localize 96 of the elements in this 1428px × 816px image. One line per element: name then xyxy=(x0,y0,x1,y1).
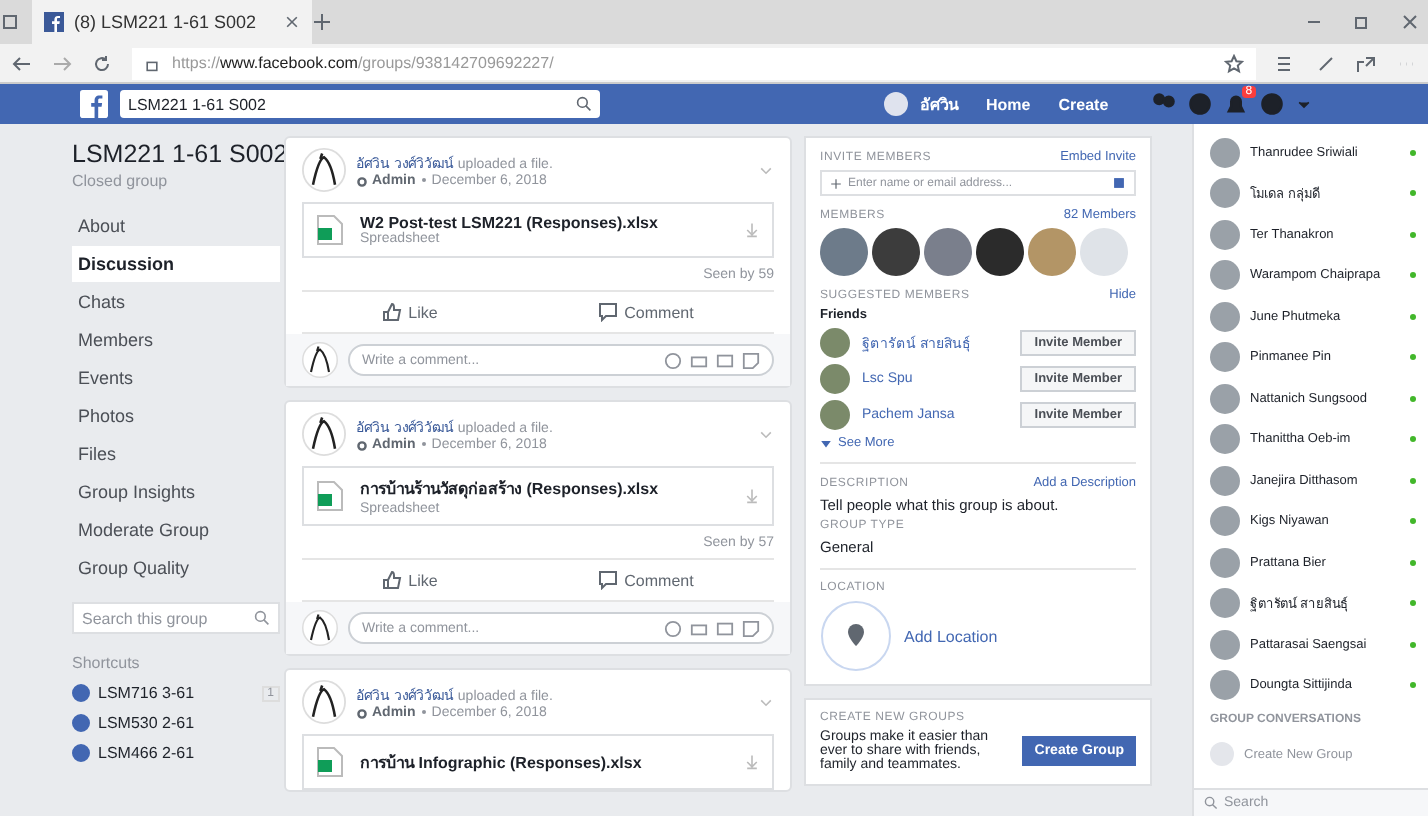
contact-avatar xyxy=(1210,301,1240,332)
share-icon xyxy=(1356,53,1376,73)
address-bar[interactable]: https://www.facebook.com/groups/938142709692227/ xyxy=(132,47,1256,79)
file-attachment[interactable]: การบ้าน Infographic (Responses).xlsx xyxy=(302,734,774,790)
file-name: การบ้านร้านวัสดุก่อสร้าง (Responses).xlsx xyxy=(360,478,659,501)
chevron-icon xyxy=(758,426,774,442)
favorites-icon xyxy=(1276,53,1296,73)
close-icon xyxy=(1400,12,1420,32)
file-name: การบ้าน Infographic (Responses).xlsx xyxy=(360,751,642,775)
sidebar-item[interactable]: Photos xyxy=(72,398,280,434)
restore-icon xyxy=(1352,12,1372,32)
speech-bubble-icon xyxy=(598,302,619,322)
avatar-drawing xyxy=(302,610,338,646)
sidebar-item[interactable]: Files xyxy=(72,436,280,472)
star-icon xyxy=(1224,53,1244,73)
sticker-icon xyxy=(742,351,760,369)
close-icon xyxy=(284,14,300,30)
sticker-icon xyxy=(742,619,760,637)
thumbs-up-icon xyxy=(382,302,403,322)
contact-avatar xyxy=(1210,465,1240,496)
profile-link[interactable]: อัศวิน xyxy=(920,91,958,117)
contact-avatar xyxy=(1210,260,1240,291)
search-icon xyxy=(576,96,592,112)
tab-title: (8) LSM221 1-61 S002 xyxy=(74,12,257,32)
bell-icon xyxy=(1224,92,1249,116)
sidebar-item[interactable]: Chats xyxy=(72,284,280,320)
avatar-drawing xyxy=(302,412,346,456)
plus-icon xyxy=(830,177,842,189)
group-title: LSM221 1-61 S002 xyxy=(72,140,280,168)
contact-avatar xyxy=(1210,383,1240,414)
back-arrow-icon xyxy=(12,53,32,73)
nav-link[interactable]: Create xyxy=(1058,95,1109,113)
chevron-icon xyxy=(758,162,774,178)
shortcuts-heading: Shortcuts xyxy=(72,654,142,672)
comment-button[interactable]: Comment xyxy=(590,566,702,594)
file-name: W2 Post-test LSM221 (Responses).xlsx xyxy=(360,214,658,232)
friend-avatar xyxy=(820,364,850,394)
sidebar-item[interactable]: Group Insights xyxy=(72,474,280,510)
friend-avatar xyxy=(820,400,850,430)
speech-bubble-icon xyxy=(598,570,619,590)
sidebar-item[interactable]: About xyxy=(72,208,280,244)
contact-avatar xyxy=(1210,424,1240,455)
sidebar-item[interactable]: Group Quality xyxy=(72,550,280,586)
search-icon xyxy=(254,610,270,626)
forward-arrow-icon xyxy=(52,53,72,73)
search-icon xyxy=(1204,796,1218,810)
tabs-icon xyxy=(0,12,20,32)
add-location-link[interactable]: Add Location xyxy=(904,627,998,645)
member-avatar[interactable] xyxy=(872,228,920,276)
download-icon xyxy=(744,754,760,770)
profile-avatar[interactable] xyxy=(884,92,908,116)
download-icon xyxy=(744,222,760,238)
location-pin-icon xyxy=(820,600,892,672)
header-search-field[interactable]: LSM221 1-61 S002 xyxy=(120,90,600,118)
spreadsheet-icon xyxy=(316,480,344,512)
pen-icon xyxy=(1316,53,1336,73)
like-button[interactable]: Like xyxy=(374,298,446,326)
shortcut-link[interactable]: LSM466 2-61 xyxy=(98,744,195,762)
sidebar-item[interactable]: Discussion xyxy=(72,246,280,282)
shortcut-link[interactable]: LSM530 2-61 xyxy=(98,714,195,732)
group-avatar xyxy=(1210,742,1234,767)
sidebar-item[interactable]: Events xyxy=(72,360,280,396)
avatar-drawing xyxy=(302,342,338,378)
nav-link[interactable]: Home xyxy=(986,95,1031,113)
group-privacy: Closed group xyxy=(72,172,170,190)
chevron-icon xyxy=(758,694,774,710)
contact-avatar xyxy=(1210,547,1240,578)
member-avatar[interactable] xyxy=(976,228,1024,276)
contact-avatar xyxy=(1210,137,1240,168)
download-icon xyxy=(744,488,760,504)
sidebar-item[interactable]: Members xyxy=(72,322,280,358)
contact-avatar xyxy=(1210,629,1240,660)
spreadsheet-icon xyxy=(316,214,344,246)
contact-avatar xyxy=(1210,670,1240,701)
avatar-drawing xyxy=(302,680,346,724)
contact-avatar xyxy=(1210,219,1240,250)
facebook-logo-icon xyxy=(44,12,64,32)
shortcut-link[interactable]: LSM716 3-61 xyxy=(98,684,195,702)
caret-icon xyxy=(1296,96,1313,112)
refresh-icon xyxy=(92,53,112,73)
browser-tab[interactable]: (8) LSM221 1-61 S002 xyxy=(32,0,312,44)
like-button[interactable]: Like xyxy=(374,566,446,594)
contact-avatar xyxy=(1210,178,1240,209)
spreadsheet-icon xyxy=(316,746,344,778)
url-text: https://www.facebook.com/groups/938142709692227/ xyxy=(172,54,554,72)
sidebar-item[interactable]: Moderate Group xyxy=(72,512,280,548)
comment-button[interactable]: Comment xyxy=(590,298,702,326)
avatar-drawing xyxy=(302,148,346,192)
contact-avatar xyxy=(1210,506,1240,537)
plus-icon xyxy=(312,12,332,32)
contact-avatar xyxy=(1210,588,1240,619)
thumbs-up-icon xyxy=(382,570,403,590)
facebook-logo-icon[interactable] xyxy=(80,90,108,118)
caret-icon xyxy=(820,437,832,449)
friend-avatar xyxy=(820,328,850,358)
contact-avatar xyxy=(1210,342,1240,373)
